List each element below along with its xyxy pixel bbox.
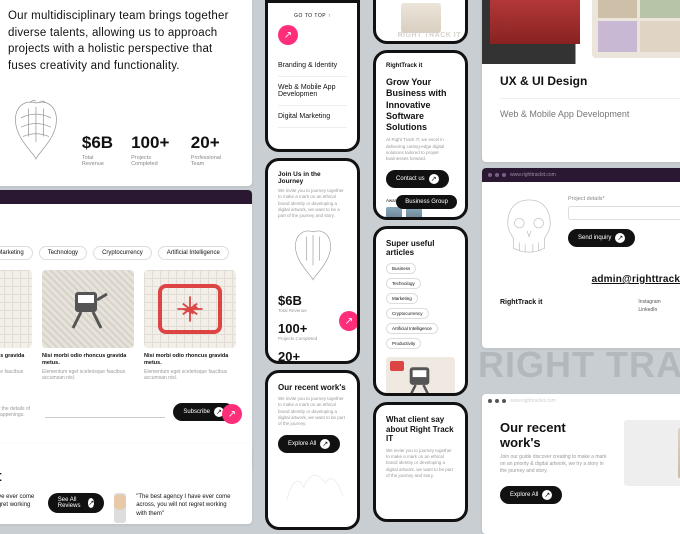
tag[interactable]: Artificial Intelligence [158, 246, 229, 260]
tag[interactable]: Technology [39, 246, 87, 260]
hero-paragraph: Our multidisciplinary team brings togeth… [8, 8, 230, 75]
phone-stats: Join Us in the Journey We invite you to … [265, 158, 360, 364]
see-reviews-button[interactable]: See All Reviews↗ [48, 493, 105, 513]
browser-chrome: www.righttrackit.com [482, 394, 680, 408]
service-sub: Web & Mobile App Development [500, 98, 680, 119]
project-details-input[interactable] [568, 206, 680, 220]
fab-icon[interactable]: ↗ [339, 311, 359, 331]
line-sketch [278, 453, 347, 513]
phone-clients: What client say about Right Track IT We … [373, 402, 468, 522]
laptop-mockup [624, 420, 680, 486]
stat: 100+ Projects Completed [131, 133, 173, 167]
watermark: RIGHT TRACK IT [398, 32, 461, 39]
menu-item[interactable]: Digital Marketing [278, 106, 347, 128]
browser-chrome: www.righttrackit.com [482, 168, 680, 182]
service-heading: UX & UI Design [500, 74, 680, 88]
logo: RightTrack it [386, 63, 455, 69]
heading: Super useful articles [386, 239, 455, 257]
testimonial-browser: www.righttrackit.com ay about "The best … [0, 444, 252, 524]
article-card[interactable]: Nisi morbi odio rhoncus gravida metus. E… [144, 270, 236, 381]
tag[interactable]: Marketing [386, 293, 418, 304]
articles-browser: www.righttrackit.com articles Business M… [0, 190, 252, 470]
tag-row: Business Marketing Technology Cryptocurr… [0, 246, 234, 260]
heading: Our recent work's [500, 420, 610, 450]
footer-link[interactable]: LinkedIn [638, 307, 660, 313]
collage-image [592, 0, 680, 58]
hero-image [490, 0, 580, 44]
tag[interactable]: Cryptocurrency [93, 246, 152, 260]
quote: "The best agency I have ever come across… [0, 493, 38, 518]
browser-chrome: www.righttrackit.com [0, 444, 252, 458]
thumbnail [401, 3, 441, 33]
avatar [114, 493, 126, 523]
article-card[interactable]: Nisi morbi odio rhoncus gravida metus. E… [42, 270, 134, 381]
article-thumb[interactable] [386, 357, 455, 396]
hero-panel: Our multidisciplinary team brings togeth… [0, 0, 252, 186]
heading: Grow Your Business with Innovative Softw… [386, 77, 455, 133]
heart-illustration [8, 93, 64, 167]
menu-item[interactable]: Web & Mobile App Developmen [278, 77, 347, 106]
new-badge-icon [390, 361, 404, 371]
tag[interactable]: Productivity [386, 338, 421, 349]
phone-hero: RightTrack it Grow Your Business with In… [373, 50, 468, 220]
logo: RightTrack it [500, 299, 618, 315]
fab-icon[interactable]: ↗ [278, 25, 298, 45]
award-badge [386, 207, 402, 220]
heading: Join Us in the Journey [278, 171, 347, 185]
mascot-icon [396, 367, 445, 395]
phone-recent-works: Our recent work's We invite you to journ… [265, 370, 360, 530]
heart-illustration [289, 227, 337, 283]
send-button[interactable]: Send inquiry↗ [568, 229, 635, 247]
menu-item[interactable]: Branding & Identity [278, 55, 347, 77]
explore-button[interactable]: Explore All↗ [278, 435, 340, 453]
brand-watermark: RIGHT TRACK [478, 344, 680, 386]
explore-button[interactable]: Explore All↗ [500, 486, 562, 504]
quote: "The best agency I have ever come across… [136, 493, 234, 518]
mascot-icon [52, 280, 124, 338]
footer-link[interactable]: Instagram [638, 299, 660, 305]
article-card[interactable]: Nisi morbi odio rhoncus gravida metus. E… [0, 270, 32, 381]
stat: 20+ Professional Team [191, 133, 230, 167]
stat: $6B Total Revenue [82, 133, 113, 167]
phone-fragment: RIGHT TRACK IT [373, 0, 468, 44]
testimonial-heading: ay about [0, 468, 234, 485]
plane-patch-icon [158, 284, 222, 334]
heading: What client say about Right Track IT [386, 415, 455, 444]
tag[interactable]: Cryptocurrency [386, 308, 429, 319]
mascot-icon [0, 280, 22, 338]
award-badge [406, 207, 422, 220]
contact-browser: www.righttrackit.com Project details* Se… [482, 168, 680, 348]
articles-heading: articles [0, 216, 234, 236]
services-browser: UX & UI Design Web & Mobile App Developm… [482, 0, 680, 162]
tag[interactable]: Business [386, 263, 416, 274]
subscribe-hint: Fill out the form here, know the details… [0, 406, 37, 418]
tag[interactable]: Artificial Intelligence [386, 323, 438, 334]
recent-works-browser: www.righttrackit.com Our recent work's J… [482, 394, 680, 534]
contact-button[interactable]: Contact us↗ [386, 170, 449, 188]
tag[interactable]: Marketing [0, 246, 33, 260]
field-label: Project details* [568, 196, 680, 202]
desc: We invite you to journey together to mak… [278, 188, 347, 219]
phone-articles: Super useful articles Business Technolog… [373, 226, 468, 396]
email-input[interactable] [45, 406, 165, 418]
skull-illustration [500, 196, 558, 258]
browser-chrome: www.righttrackit.com [0, 190, 252, 204]
phone-menu: GO TO TOP ↑ ↗ Branding & Identity Web & … [265, 0, 360, 152]
badge: Business Group [396, 195, 457, 209]
go-top-link[interactable]: GO TO TOP ↑ [278, 13, 347, 19]
fab-icon[interactable]: ↗ [222, 404, 242, 424]
tag[interactable]: Technology [386, 278, 421, 289]
heading: Our recent work's [278, 383, 347, 392]
email-link[interactable]: admin@righttrackit.Com ↗ [500, 274, 680, 285]
